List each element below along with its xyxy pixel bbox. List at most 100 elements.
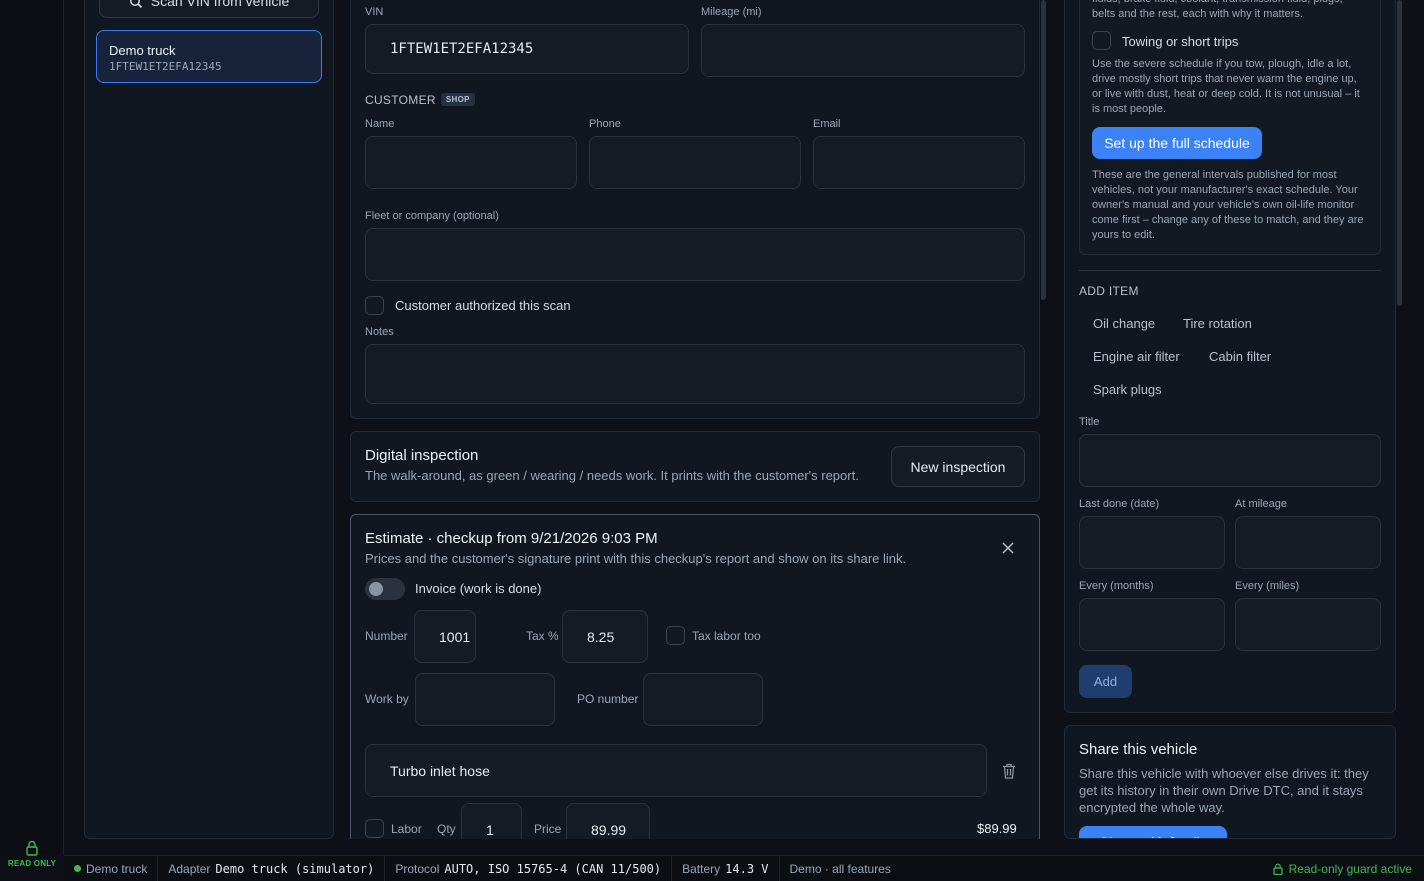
- new-inspection-button[interactable]: New inspection: [891, 446, 1025, 487]
- fleet-label: Fleet or company (optional): [365, 210, 499, 222]
- notes-label: Notes: [365, 326, 394, 338]
- name-label: Name: [365, 118, 395, 130]
- add-item-button[interactable]: Add: [1079, 665, 1132, 698]
- mileage-label: Mileage (mi): [701, 6, 762, 18]
- setup-schedule-button[interactable]: Set up the full schedule: [1092, 127, 1262, 159]
- line-item-description-input[interactable]: Turbo inlet hose: [365, 744, 987, 797]
- tax-labor-label: Tax labor too: [692, 629, 761, 643]
- tax-labor-checkbox[interactable]: [666, 626, 685, 645]
- share-with-family-button[interactable]: Share with family: [1079, 826, 1227, 838]
- status-protocol: Protocol AUTO, ISO 15765-4 (CAN 11/500): [385, 855, 673, 881]
- status-battery: Battery 14.3 V: [672, 855, 780, 881]
- at-mileage-input[interactable]: [1235, 516, 1381, 569]
- towing-checkbox[interactable]: [1092, 31, 1111, 50]
- status-bar: Demo truck Adapter Demo truck (simulator)…: [64, 855, 1424, 881]
- phone-label: Phone: [589, 118, 621, 130]
- mileage-input[interactable]: [701, 24, 1025, 77]
- content-bottom-mask: [64, 839, 1424, 855]
- status-guard: Read-only guard active: [1272, 861, 1424, 876]
- read-only-label: READ ONLY: [7, 859, 57, 868]
- inspection-subtitle: The walk-around, as green / wearing / ne…: [365, 468, 859, 483]
- price-label: Price: [534, 822, 562, 836]
- adapter-value: Demo truck (simulator): [215, 861, 375, 876]
- vehicle-list-panel: [84, 0, 334, 839]
- name-input[interactable]: [365, 136, 577, 189]
- lock-icon: [1272, 863, 1283, 875]
- share-title: Share this vehicle: [1079, 741, 1198, 758]
- estimate-subtitle: Prices and the customer's signature prin…: [365, 551, 907, 566]
- labor-label: Labor: [391, 822, 422, 836]
- title-label: Title: [1079, 416, 1100, 428]
- status-mode: Demo · all features: [789, 861, 891, 876]
- battery-value: 14.3 V: [725, 861, 769, 876]
- chip-tire-rotation[interactable]: Tire rotation: [1183, 316, 1252, 331]
- email-input[interactable]: [813, 136, 1025, 189]
- phone-input[interactable]: [589, 136, 801, 189]
- invoice-toggle[interactable]: [365, 578, 405, 600]
- chip-cabin-filter[interactable]: Cabin filter: [1209, 349, 1271, 364]
- inspection-title: Digital inspection: [365, 447, 479, 464]
- vehicle-name: Demo truck: [109, 43, 176, 58]
- po-label: PO number: [577, 692, 639, 706]
- protocol-value: AUTO, ISO 15765-4 (CAN 11/500): [444, 861, 662, 876]
- scan-vin-button[interactable]: Scan VIN from vehicle: [99, 0, 319, 18]
- invoice-label: Invoice (work is done): [415, 581, 542, 596]
- adapter-label: Adapter: [168, 861, 211, 876]
- vehicle-vin: 1FTEW1ET2EFA12345: [109, 60, 222, 73]
- chip-oil-change[interactable]: Oil change: [1093, 316, 1155, 331]
- schedule-disclaimer: These are the general intervals publishe…: [1092, 169, 1364, 241]
- battery-label: Battery: [682, 861, 721, 876]
- status-adapter: Adapter Demo truck (simulator): [158, 855, 386, 881]
- customer-heading: CUSTOMER SHOP: [365, 93, 475, 107]
- item-title-input[interactable]: [1079, 434, 1381, 487]
- close-icon[interactable]: [1001, 541, 1015, 555]
- at-mileage-label: At mileage: [1235, 498, 1287, 510]
- authorized-checkbox[interactable]: [365, 296, 384, 315]
- left-rail: READ ONLY: [0, 0, 64, 868]
- right-scrollbar[interactable]: [1397, 0, 1402, 306]
- every-miles-label: Every (miles): [1235, 580, 1300, 592]
- chip-engine-air-filter[interactable]: Engine air filter: [1093, 349, 1180, 364]
- towing-label: Towing or short trips: [1122, 34, 1239, 49]
- guard-label: Read-only guard active: [1288, 861, 1412, 876]
- connected-dot-icon: [74, 865, 81, 872]
- shop-tag: SHOP: [440, 93, 475, 106]
- every-months-input[interactable]: [1079, 598, 1225, 651]
- status-vehicle: Demo truck: [64, 855, 159, 881]
- vin-label: VIN: [365, 6, 384, 18]
- line-item-total: $89.99: [977, 821, 1017, 836]
- chip-spark-plugs[interactable]: Spark plugs: [1093, 382, 1162, 397]
- vin-input[interactable]: 1FTEW1ET2EFA12345: [365, 24, 689, 74]
- last-done-label: Last done (date): [1079, 498, 1160, 510]
- authorized-label: Customer authorized this scan: [395, 298, 571, 313]
- lock-icon: [0, 840, 64, 856]
- estimate-title: Estimate · checkup from 9/21/2026 9:03 P…: [365, 530, 658, 547]
- notes-textarea[interactable]: [365, 344, 1025, 404]
- fleet-input[interactable]: [365, 228, 1025, 281]
- po-input[interactable]: [643, 673, 763, 726]
- number-input[interactable]: 1001: [414, 610, 476, 663]
- add-item-heading: ADD ITEM: [1079, 284, 1139, 298]
- vehicle-card-demo-truck[interactable]: Demo truck 1FTEW1ET2EFA12345: [96, 30, 322, 83]
- last-done-input[interactable]: [1079, 516, 1225, 569]
- workby-label: Work by: [365, 692, 409, 706]
- every-months-label: Every (months): [1079, 580, 1154, 592]
- protocol-label: Protocol: [395, 861, 440, 876]
- email-label: Email: [813, 118, 841, 130]
- main-scrollbar[interactable]: [1041, 0, 1046, 300]
- share-text: Share this vehicle with whoever else dri…: [1079, 766, 1369, 815]
- status-vehicle-name: Demo truck: [86, 861, 148, 876]
- qty-label: Qty: [437, 822, 456, 836]
- tax-label: Tax %: [526, 629, 559, 643]
- schedule-top-text: fluids, brake fluid, coolant, transmissi…: [1092, 0, 1343, 20]
- customer-heading-text: CUSTOMER: [365, 93, 436, 107]
- severe-schedule-text: Use the severe schedule if you tow, plou…: [1092, 58, 1360, 115]
- workby-input[interactable]: [415, 673, 555, 726]
- divider: [1079, 270, 1381, 271]
- every-miles-input[interactable]: [1235, 598, 1381, 651]
- number-label: Number: [365, 629, 408, 643]
- labor-checkbox[interactable]: [365, 819, 384, 838]
- trash-icon[interactable]: [1002, 763, 1016, 779]
- scan-vin-label: Scan VIN from vehicle: [150, 0, 290, 9]
- tax-input[interactable]: 8.25: [562, 610, 648, 663]
